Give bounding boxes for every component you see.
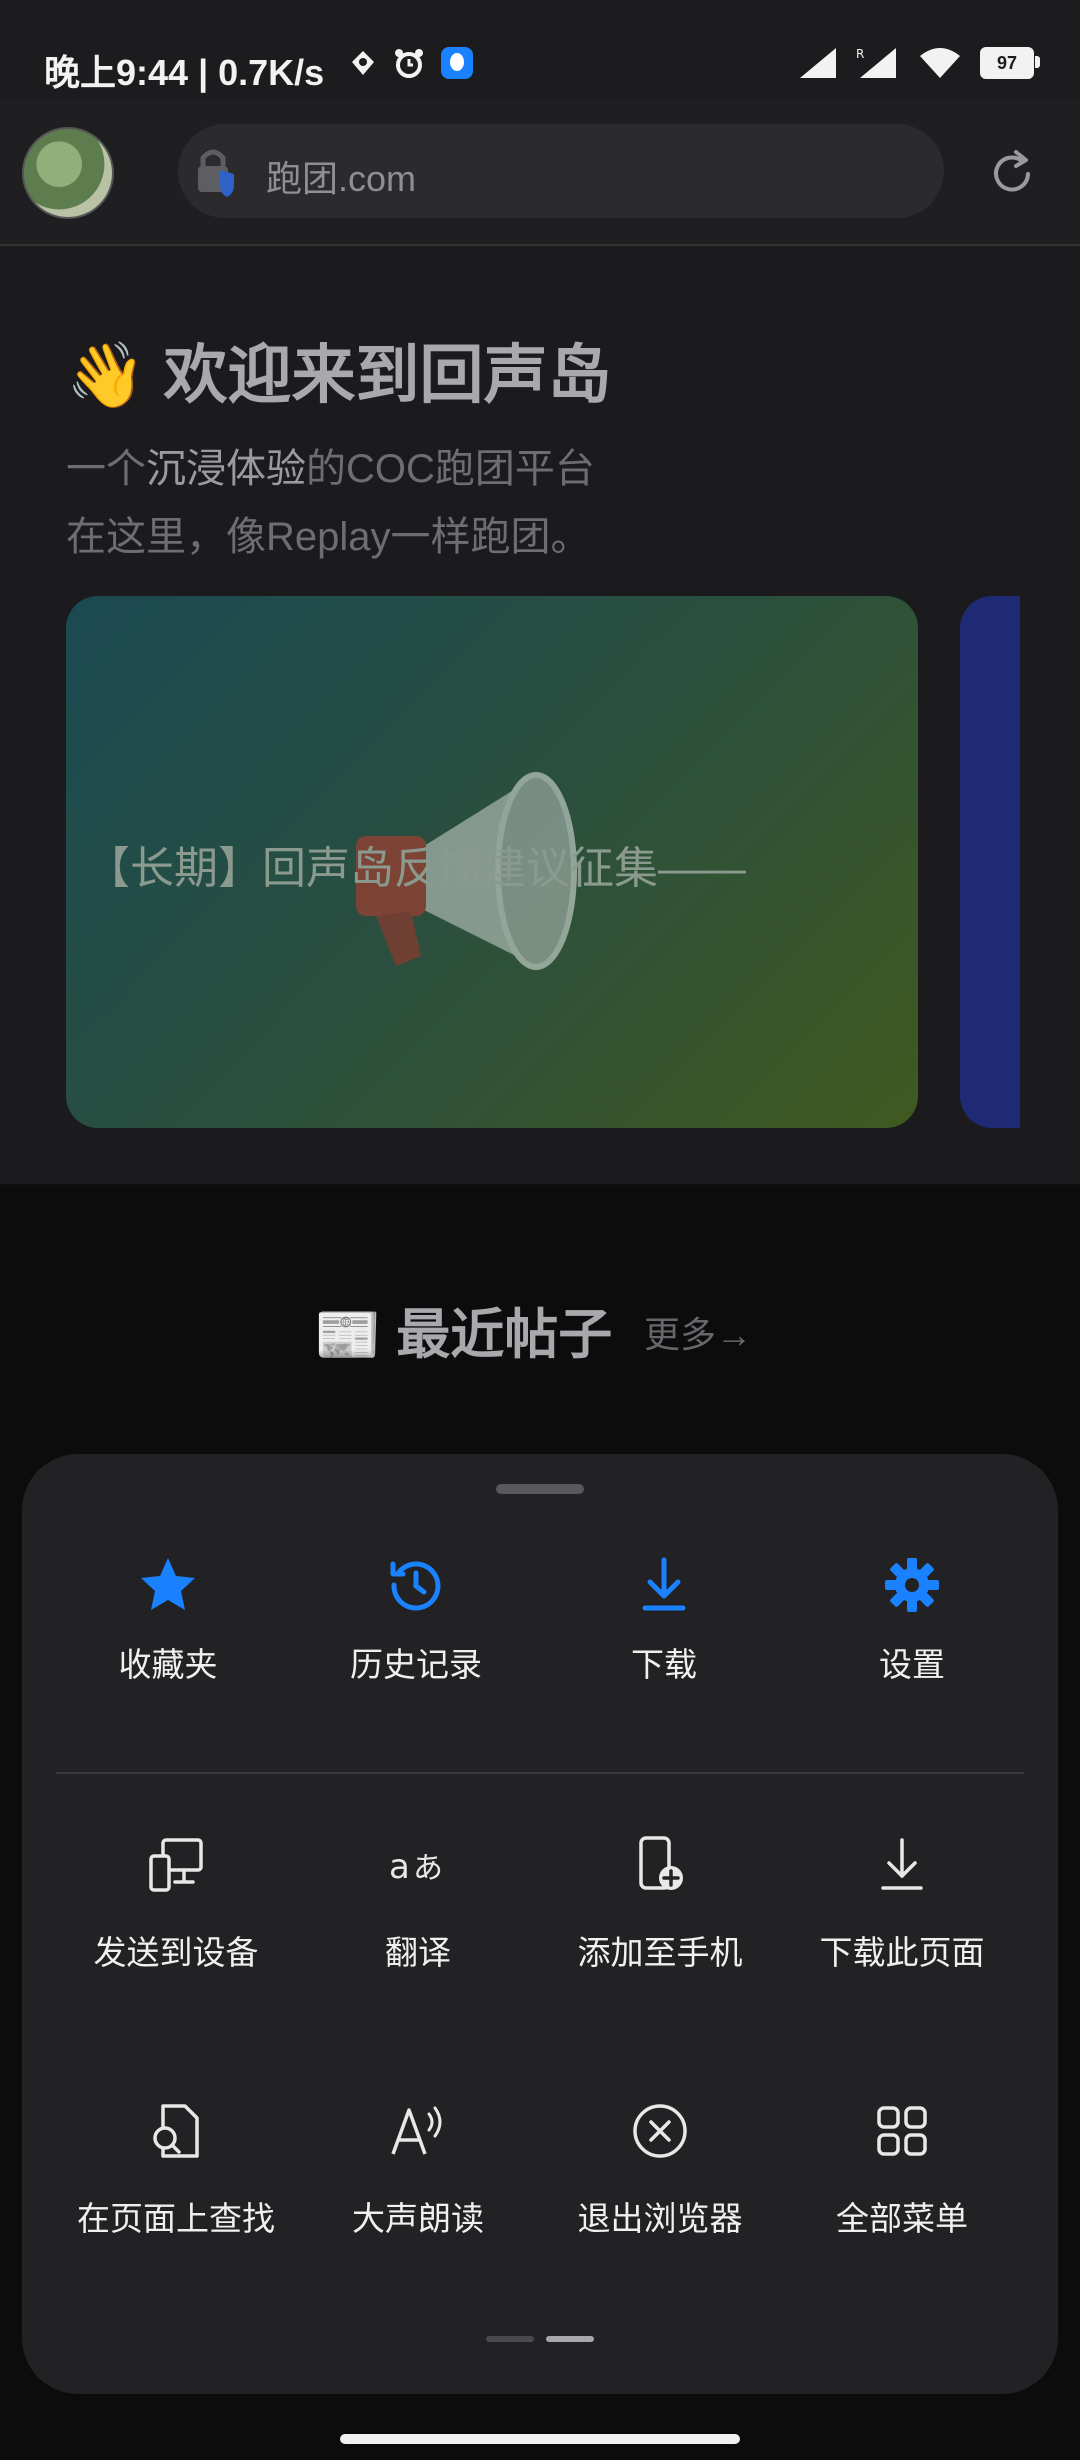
svg-text:a: a bbox=[389, 1847, 410, 1887]
signal-icon bbox=[800, 48, 836, 78]
lock-icon[interactable] bbox=[190, 144, 246, 200]
gesture-bar[interactable] bbox=[340, 2434, 740, 2444]
gear-icon bbox=[885, 1558, 939, 1612]
battery-indicator: 97 bbox=[980, 47, 1040, 79]
browser-menu-sheet: 收藏夹 历史记录 下载 设置 发送到设备 a あ 翻译 添加至手机 下载此页面 … bbox=[22, 1454, 1058, 2394]
more-link[interactable]: 更多→ bbox=[644, 1306, 752, 1358]
download-button[interactable]: 下载 bbox=[564, 1554, 764, 1704]
page-indicator-2 bbox=[546, 2336, 594, 2342]
translate-icon: a あ bbox=[389, 1847, 443, 1887]
menu-divider bbox=[56, 1772, 1024, 1774]
browser-toolbar: 跑团.com bbox=[0, 100, 1080, 246]
exit-browser-button[interactable]: 退出浏览器 bbox=[540, 2100, 780, 2260]
alarm-icon bbox=[395, 49, 423, 78]
banner-card[interactable]: 【长期】回声岛反馈建议征集—— bbox=[66, 596, 918, 1128]
download-page-button[interactable]: 下载此页面 bbox=[782, 1834, 1022, 1994]
status-time: 晚上9:44 | 0.7K/s bbox=[44, 52, 325, 93]
svg-text:あ: あ bbox=[413, 1851, 443, 1886]
download-page-icon bbox=[881, 1838, 923, 1890]
read-aloud-button[interactable]: 大声朗读 bbox=[298, 2100, 538, 2260]
avatar[interactable] bbox=[22, 127, 114, 219]
reload-icon[interactable] bbox=[984, 146, 1040, 202]
page-title: 👋 欢迎来到回声岛 bbox=[66, 339, 612, 411]
wifi-icon bbox=[920, 48, 960, 78]
history-button[interactable]: 历史记录 bbox=[316, 1554, 516, 1704]
page-subtitle: 一个沉浸体验的COC跑团平台 bbox=[66, 447, 595, 491]
notification-icon bbox=[352, 51, 374, 75]
address-bar[interactable]: 跑团.com bbox=[178, 124, 944, 218]
signal-roaming-icon: R bbox=[856, 47, 896, 78]
download-icon bbox=[642, 1557, 686, 1611]
add-to-phone-button[interactable]: 添加至手机 bbox=[540, 1834, 780, 1994]
drag-handle[interactable] bbox=[496, 1484, 584, 1494]
banner-card-next[interactable] bbox=[960, 596, 1020, 1128]
section-title: 📰 最近帖子 bbox=[314, 1305, 613, 1365]
history-icon bbox=[390, 1561, 441, 1611]
page-indicator-1 bbox=[486, 2336, 534, 2342]
read-aloud-icon bbox=[391, 2106, 442, 2155]
status-bar: 晚上9:44 | 0.7K/s R 97 bbox=[0, 0, 1080, 100]
send-to-device-icon bbox=[149, 1838, 203, 1892]
favorites-button[interactable]: 收藏夹 bbox=[68, 1554, 268, 1704]
add-to-phone-icon bbox=[639, 1836, 683, 1890]
translate-button[interactable]: a あ 翻译 bbox=[298, 1834, 538, 1994]
all-menu-button[interactable]: 全部菜单 bbox=[782, 2100, 1022, 2260]
star-icon bbox=[141, 1558, 195, 1610]
settings-button[interactable]: 设置 bbox=[812, 1554, 1012, 1704]
all-menu-icon bbox=[877, 2106, 927, 2156]
url-text: 跑团.com bbox=[266, 158, 417, 199]
qq-icon bbox=[441, 47, 473, 79]
page-subtitle-line2: 在这里，像Replay一样跑团。 bbox=[66, 515, 591, 559]
find-in-page-icon bbox=[153, 2104, 199, 2158]
exit-icon bbox=[633, 2104, 687, 2158]
svg-text:R: R bbox=[856, 47, 864, 61]
find-in-page-button[interactable]: 在页面上查找 bbox=[56, 2100, 296, 2260]
send-to-device-button[interactable]: 发送到设备 bbox=[56, 1834, 296, 1994]
banner-title: 【长期】回声岛反馈建议征集—— bbox=[86, 844, 746, 893]
